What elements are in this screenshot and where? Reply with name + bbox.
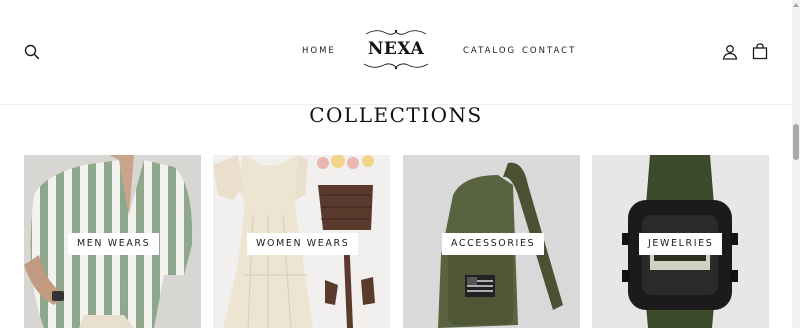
collection-card-jewelries[interactable]: JEWELRIES: [592, 155, 769, 328]
logo-top-ornament: [365, 29, 427, 35]
cart-icon[interactable]: [752, 43, 768, 60]
page-scrollbar[interactable]: [792, 0, 800, 328]
logo-wordmark: NEXA: [367, 39, 425, 59]
logo-bottom-ornament: [363, 63, 429, 70]
collections-heading: COLLECTIONS: [309, 103, 483, 127]
collection-card-men-wears[interactable]: MEN WEARS: [24, 155, 201, 328]
collection-label-jewelries: JEWELRIES: [639, 233, 723, 255]
account-icon[interactable]: [722, 44, 738, 60]
collection-label-men-wears: MEN WEARS: [68, 233, 160, 255]
scrollbar-thumb[interactable]: [793, 124, 799, 160]
collection-label-women-wears: WOMEN WEARS: [247, 233, 359, 255]
search-icon[interactable]: [24, 44, 40, 60]
site-header: HOME NEXA CATALOG CONTACT: [0, 0, 792, 105]
collection-label-accessories: ACCESSORIES: [442, 233, 545, 255]
scroll-up-arrow[interactable]: [793, 3, 799, 7]
collection-card-accessories[interactable]: ACCESSORIES: [403, 155, 580, 328]
nexa-logo[interactable]: NEXA: [362, 28, 430, 72]
nav-catalog-link[interactable]: CATALOG: [463, 46, 516, 56]
nav-contact-link[interactable]: CONTACT: [522, 46, 576, 56]
collection-card-women-wears[interactable]: WOMEN WEARS: [213, 155, 390, 328]
nav-home-link[interactable]: HOME: [302, 46, 336, 56]
